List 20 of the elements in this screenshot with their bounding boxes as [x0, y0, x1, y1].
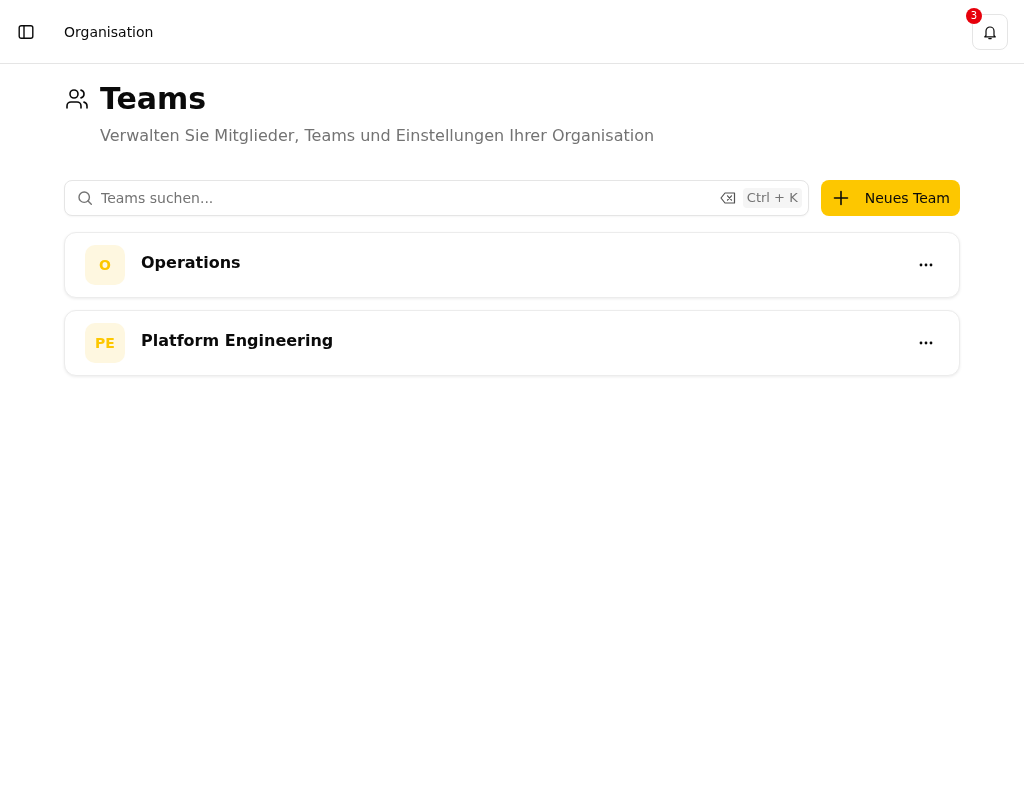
plus-icon: [832, 190, 849, 206]
team-avatar: PE: [85, 323, 125, 363]
clear-search-button[interactable]: [718, 189, 737, 207]
breadcrumb-text: Organisation: [64, 23, 154, 40]
page-subtitle: Verwalten Sie Mitglieder, Teams und Einstellungen Ihrer Organisation: [100, 125, 656, 147]
search-icon: [77, 190, 93, 206]
new-team-button[interactable]: Neues Team: [820, 180, 960, 216]
users-icon: [65, 87, 89, 111]
page-title: Teams: [100, 82, 208, 116]
more-icon: [919, 263, 933, 267]
backspace-icon: [719, 192, 736, 204]
keyboard-shortcut-hint: Ctrl + K: [742, 188, 802, 208]
notifications-button[interactable]: [972, 13, 1008, 50]
bell-icon: [982, 23, 998, 40]
team-name: Operations: [141, 252, 242, 272]
team-avatar: O: [85, 245, 125, 285]
more-icon: [919, 341, 933, 345]
sidebar-toggle-icon: [18, 23, 34, 40]
team-name: Platform Engineering: [141, 330, 335, 350]
notification-count-badge: 3: [966, 7, 982, 24]
